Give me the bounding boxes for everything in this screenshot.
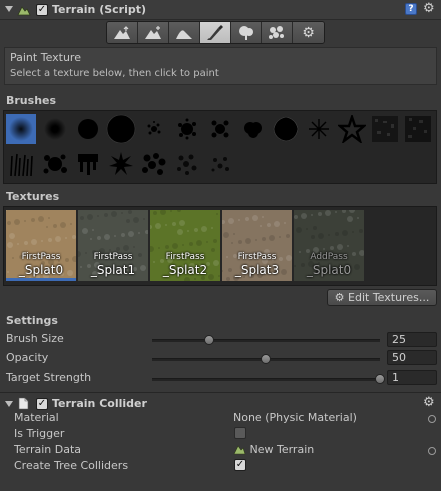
brush-soft-round[interactable]	[6, 114, 36, 144]
paint-details-button[interactable]	[262, 22, 293, 43]
brush-scatter[interactable]	[205, 114, 235, 144]
material-field[interactable]: None (Physic Material)	[233, 411, 357, 424]
target-strength-label: Target Strength	[6, 371, 92, 384]
brush-drips[interactable]	[73, 149, 103, 179]
gear-icon: ⚙	[334, 291, 345, 304]
brush-dots-fade[interactable]	[172, 149, 202, 179]
brush-star[interactable]	[337, 114, 367, 144]
smooth-height-icon	[176, 29, 192, 39]
terrain-collider-header[interactable]: ✓ Terrain Collider ⚙	[0, 395, 441, 413]
collider-component-title: Terrain Collider	[52, 397, 147, 410]
texture-pass-label: FirstPass	[93, 252, 133, 262]
brush-soft-medium[interactable]	[40, 114, 70, 144]
brush-hard-small[interactable]	[73, 114, 103, 144]
terrain-tool-toolbar: ⚙	[106, 21, 325, 44]
opacity-field[interactable]: 50	[387, 350, 437, 365]
texture-pass-label: FirstPass	[237, 252, 277, 262]
raise-lower-terrain-button[interactable]	[107, 22, 138, 43]
target-strength-slider-thumb[interactable]	[375, 374, 385, 384]
texture-grid: FirstPass _Splat0 FirstPass _Splat1 FirstPas…	[3, 206, 437, 286]
settings-heading: Settings	[6, 314, 58, 327]
terrain-data-icon	[233, 443, 246, 458]
brush-texture-2[interactable]	[403, 114, 433, 144]
is-trigger-checkbox[interactable]	[234, 427, 246, 439]
object-picker-icon[interactable]	[428, 415, 436, 423]
paint-details-icon	[269, 25, 284, 39]
terrain-component-title: Terrain (Script)	[52, 3, 147, 16]
brush-noise[interactable]	[172, 114, 202, 144]
texture-splat-label: _Splat0	[18, 263, 64, 277]
is-trigger-label: Is Trigger	[14, 427, 65, 440]
edit-textures-button[interactable]: ⚙ Edit Textures...	[327, 289, 437, 306]
texture-splat-label: _Splat1	[90, 263, 136, 277]
brush-grass[interactable]	[6, 149, 36, 179]
terrain-data-value: New Terrain	[249, 443, 315, 456]
brush-dots-sparse[interactable]	[205, 149, 235, 179]
edit-textures-label: Edit Textures...	[348, 291, 430, 304]
opacity-slider-thumb[interactable]	[261, 354, 271, 364]
brush-dots[interactable]	[139, 149, 169, 179]
texture-tile[interactable]: AddPass _Splat0	[294, 210, 364, 281]
texture-tile[interactable]: FirstPass _Splat2	[150, 210, 220, 281]
paint-texture-button[interactable]	[200, 22, 231, 43]
create-tree-colliders-label: Create Tree Colliders	[14, 459, 129, 472]
terrain-settings-icon: ⚙	[302, 24, 315, 41]
brush-size-field[interactable]: 25	[387, 332, 437, 347]
brush-starburst[interactable]	[304, 114, 334, 144]
texture-splat-label: _Splat3	[234, 263, 280, 277]
terrain-enabled-checkbox[interactable]: ✓	[36, 4, 48, 16]
paint-height-icon	[145, 25, 161, 39]
tool-info-description: Select a texture below, then click to pa…	[10, 68, 219, 79]
brush-splatter-large[interactable]	[40, 149, 70, 179]
place-trees-icon	[239, 25, 253, 40]
paint-height-button[interactable]	[138, 22, 169, 43]
brush-splatter-small[interactable]	[139, 114, 169, 144]
material-label: Material	[14, 411, 59, 424]
smooth-height-button[interactable]	[169, 22, 200, 43]
gear-icon[interactable]: ⚙	[423, 2, 435, 16]
texture-tile[interactable]: FirstPass _Splat0	[6, 210, 76, 281]
brush-size-slider[interactable]	[152, 339, 380, 342]
brush-texture-1[interactable]	[370, 114, 400, 144]
brush-size-label: Brush Size	[6, 332, 64, 345]
object-picker-icon[interactable]	[428, 447, 436, 455]
collider-enabled-checkbox[interactable]: ✓	[36, 398, 48, 410]
texture-splat-label: _Splat2	[162, 263, 208, 277]
brush-blob[interactable]	[271, 114, 301, 144]
terrain-component-header[interactable]: ✓ Terrain (Script) ? ⚙	[0, 0, 441, 20]
brush-hard-large[interactable]	[106, 114, 136, 144]
texture-tile[interactable]: FirstPass _Splat1	[78, 210, 148, 281]
raise-lower-terrain-icon	[114, 25, 130, 39]
tool-info-title: Paint Texture	[10, 51, 81, 64]
foldout-arrow-icon[interactable]	[5, 401, 13, 407]
texture-pass-label: AddPass	[310, 252, 348, 262]
terrain-data-label: Terrain Data	[14, 443, 81, 456]
brush-spiky[interactable]	[106, 149, 136, 179]
opacity-label: Opacity	[6, 351, 49, 364]
gear-icon[interactable]: ⚙	[423, 396, 435, 410]
terrain-settings-button[interactable]: ⚙	[293, 22, 324, 43]
texture-pass-label: FirstPass	[165, 252, 205, 262]
help-icon[interactable]: ?	[405, 3, 417, 15]
terrain-data-field[interactable]: New Terrain	[233, 443, 314, 458]
component-divider	[0, 392, 441, 393]
brushes-heading: Brushes	[6, 94, 57, 107]
target-strength-slider[interactable]	[152, 378, 380, 381]
terrain-icon	[17, 3, 31, 16]
texture-splat-label: _Splat0	[306, 263, 352, 277]
brush-size-slider-thumb[interactable]	[204, 335, 214, 345]
textures-heading: Textures	[6, 190, 60, 203]
texture-tile[interactable]: FirstPass _Splat3	[222, 210, 292, 281]
paint-texture-icon	[207, 24, 223, 40]
create-tree-colliders-checkbox[interactable]: ✓	[234, 459, 246, 471]
target-strength-field[interactable]: 1	[387, 370, 437, 385]
foldout-arrow-icon[interactable]	[5, 6, 13, 12]
brush-grid	[3, 110, 437, 184]
brush-cloud[interactable]	[238, 114, 268, 144]
texture-pass-label: FirstPass	[21, 252, 61, 262]
tool-info-box: Paint Texture Select a texture below, th…	[4, 47, 437, 85]
place-trees-button[interactable]	[231, 22, 262, 43]
